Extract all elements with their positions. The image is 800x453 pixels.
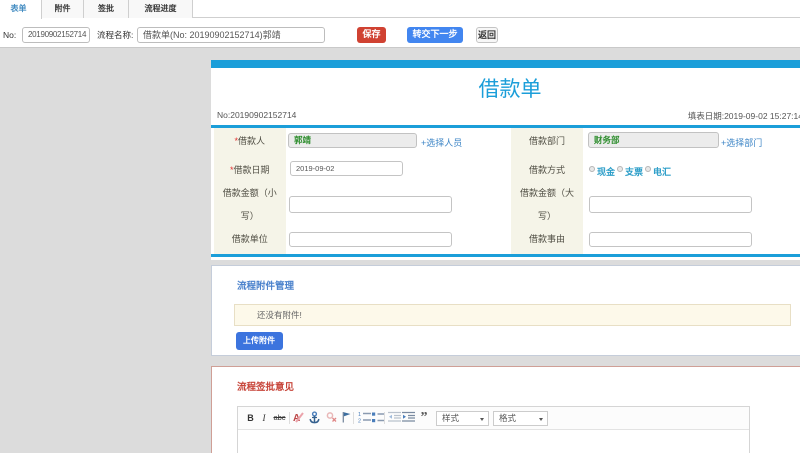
svg-text:2: 2 — [358, 419, 361, 424]
svg-text:1: 1 — [358, 412, 361, 418]
